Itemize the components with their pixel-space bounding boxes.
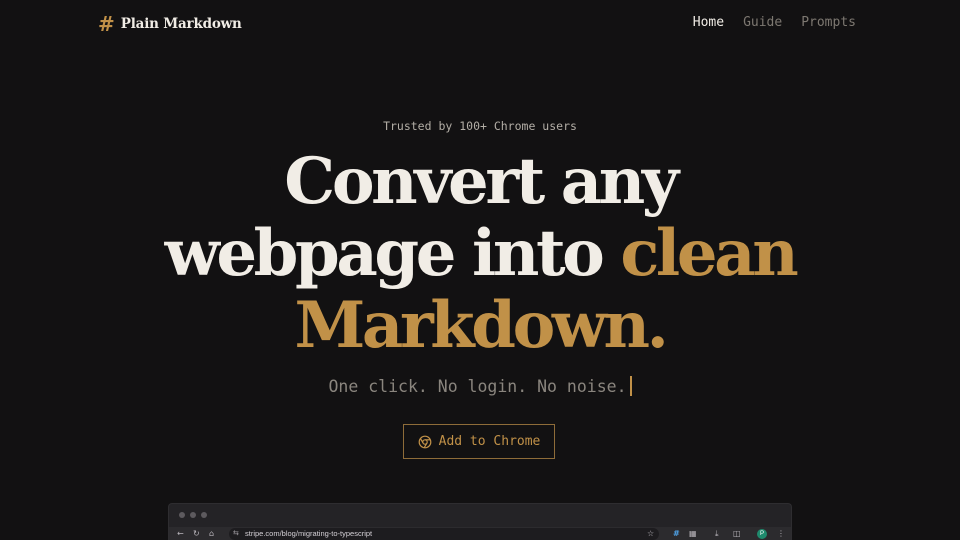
headline-line-2: webpage into clean [0, 218, 960, 290]
trusted-badge: Trusted by 100+ Chrome users [383, 119, 577, 133]
star-icon: ☆ [647, 529, 655, 538]
reload-icon: ↻ [193, 529, 200, 538]
headline-accent-clean: clean [620, 216, 798, 291]
window-dot-minimize [190, 512, 196, 518]
add-to-chrome-button[interactable]: Add to Chrome [403, 424, 555, 459]
address-bar: ⇆ stripe.com/blog/migrating-to-typescrip… [229, 528, 659, 540]
site-settings-icon: ⇆ [233, 529, 239, 537]
headline-line-1: Convert any [284, 144, 679, 219]
puzzle-icon: ▦ [689, 529, 697, 538]
extension-hash-icon: # [673, 529, 680, 538]
browser-toolbar: ← ↻ ⌂ ⇆ stripe.com/blog/migrating-to-typ… [169, 527, 791, 540]
typing-caret [629, 376, 632, 396]
nav-link-prompts[interactable]: Prompts [801, 15, 856, 30]
headline-line-2-plain: webpage into [164, 216, 621, 291]
nav-links: Home Guide Prompts [693, 15, 856, 30]
chrome-icon [418, 435, 432, 449]
download-icon: ⤓ [715, 529, 719, 538]
window-dot-maximize [201, 512, 207, 518]
window-dot-close [179, 512, 185, 518]
cta-label: Add to Chrome [438, 434, 541, 449]
hero-headline: Convert any webpage into clean Markdown. [0, 146, 960, 362]
home-icon: ⌂ [209, 529, 215, 538]
nav-link-home[interactable]: Home [693, 15, 724, 30]
brand-logo-link[interactable]: # Plain Markdown [98, 12, 242, 36]
brand-name: Plain Markdown [120, 16, 242, 32]
hash-icon: # [98, 12, 115, 36]
address-url: stripe.com/blog/migrating-to-typescript [245, 529, 373, 538]
profile-avatar: P [757, 529, 767, 539]
browser-preview: ← ↻ ⌂ ⇆ stripe.com/blog/migrating-to-typ… [168, 503, 792, 540]
kebab-menu-icon: ⋮ [777, 529, 785, 538]
hero-tagline: One click. No login. No noise. [0, 376, 960, 396]
nav-link-guide[interactable]: Guide [743, 15, 782, 30]
back-arrow-icon: ← [177, 529, 184, 538]
window-controls [179, 512, 207, 518]
tagline-text: One click. No login. No noise. [328, 377, 627, 396]
headline-accent-markdown: Markdown. [294, 288, 669, 363]
sidebar-icon: ◫ [733, 529, 741, 538]
top-nav: # Plain Markdown Home Guide Prompts [0, 0, 960, 48]
